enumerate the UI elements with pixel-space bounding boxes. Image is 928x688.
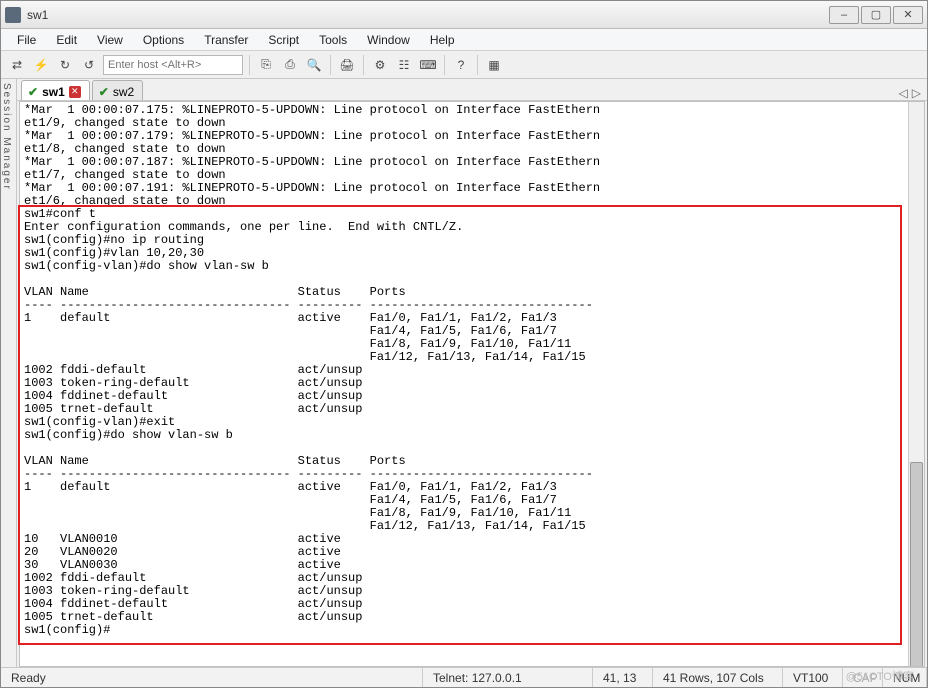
- scrollbar-thumb[interactable]: [910, 462, 923, 667]
- close-button[interactable]: ✕: [893, 6, 923, 24]
- close-tab-icon[interactable]: ✕: [69, 86, 81, 98]
- main-column: ✔ sw1 ✕ ✔ sw2 ◁ ▷ *Mar 1 00:00:07.175: %…: [17, 79, 927, 667]
- paste-icon[interactable]: ⎙: [280, 55, 300, 75]
- status-ready: Ready: [1, 668, 423, 687]
- menu-transfer[interactable]: Transfer: [196, 31, 256, 49]
- reconnect-icon[interactable]: ⇄: [7, 55, 27, 75]
- titlebar[interactable]: sw1 – ▢ ✕: [1, 1, 927, 29]
- maximize-button[interactable]: ▢: [861, 6, 891, 24]
- menu-view[interactable]: View: [89, 31, 131, 49]
- toolbar-separator: [363, 55, 364, 75]
- keys-icon[interactable]: ⌨: [418, 55, 438, 75]
- status-emulation: VT100: [783, 668, 843, 687]
- tab-sw2[interactable]: ✔ sw2: [92, 80, 143, 100]
- loop-icon[interactable]: ↻: [55, 55, 75, 75]
- status-cursor-pos: 41, 13: [593, 668, 653, 687]
- tab-label: sw2: [113, 85, 134, 99]
- connected-icon: ✔: [99, 85, 109, 99]
- connected-icon: ✔: [28, 85, 38, 99]
- status-size: 41 Rows, 107 Cols: [653, 668, 783, 687]
- menu-edit[interactable]: Edit: [48, 31, 85, 49]
- toolbar-separator: [477, 55, 478, 75]
- menu-script[interactable]: Script: [260, 31, 307, 49]
- window-title: sw1: [27, 8, 829, 22]
- menu-window[interactable]: Window: [359, 31, 418, 49]
- options-icon[interactable]: ☷: [394, 55, 414, 75]
- settings-icon[interactable]: ⚙: [370, 55, 390, 75]
- tab-nav-next-icon[interactable]: ▷: [912, 86, 921, 100]
- help-icon[interactable]: ?: [451, 55, 471, 75]
- loop2-icon[interactable]: ↺: [79, 55, 99, 75]
- menu-help[interactable]: Help: [422, 31, 463, 49]
- quick-connect-icon[interactable]: ⚡: [31, 55, 51, 75]
- toolbar: ⇄ ⚡ ↻ ↺ ⎘ ⎙ 🔍 🖨 ⚙ ☷ ⌨ ? ▦: [1, 51, 927, 79]
- menubar: File Edit View Options Transfer Script T…: [1, 29, 927, 51]
- minimize-button[interactable]: –: [829, 6, 859, 24]
- tab-nav-prev-icon[interactable]: ◁: [899, 86, 908, 100]
- menu-file[interactable]: File: [9, 31, 44, 49]
- print-icon[interactable]: 🖨: [337, 55, 357, 75]
- statusbar: Ready Telnet: 127.0.0.1 41, 13 41 Rows, …: [1, 667, 927, 687]
- terminal-wrap: *Mar 1 00:00:07.175: %LINEPROTO-5-UPDOWN…: [19, 101, 925, 667]
- copy-icon[interactable]: ⎘: [256, 55, 276, 75]
- vertical-scrollbar[interactable]: [908, 102, 924, 666]
- tab-sw1[interactable]: ✔ sw1 ✕: [21, 80, 90, 100]
- body-row: Session Manager ✔ sw1 ✕ ✔ sw2 ◁ ▷ *Mar: [1, 79, 927, 667]
- app-icon: [5, 7, 21, 23]
- status-num: NUM: [883, 668, 927, 687]
- status-cap: CAP: [843, 668, 883, 687]
- menu-tools[interactable]: Tools: [311, 31, 355, 49]
- session-manager-sidebar[interactable]: Session Manager: [1, 79, 17, 667]
- find-icon[interactable]: 🔍: [304, 55, 324, 75]
- status-connection: Telnet: 127.0.0.1: [423, 668, 593, 687]
- toolbar-separator: [249, 55, 250, 75]
- app-window: sw1 – ▢ ✕ File Edit View Options Transfe…: [0, 0, 928, 688]
- toolbar-separator: [330, 55, 331, 75]
- terminal-output[interactable]: *Mar 1 00:00:07.175: %LINEPROTO-5-UPDOWN…: [20, 102, 908, 666]
- toolbar-separator: [444, 55, 445, 75]
- tab-label: sw1: [42, 85, 65, 99]
- session-tabs: ✔ sw1 ✕ ✔ sw2 ◁ ▷: [17, 79, 927, 101]
- host-input[interactable]: [103, 55, 243, 75]
- script-icon[interactable]: ▦: [484, 55, 504, 75]
- menu-options[interactable]: Options: [135, 31, 192, 49]
